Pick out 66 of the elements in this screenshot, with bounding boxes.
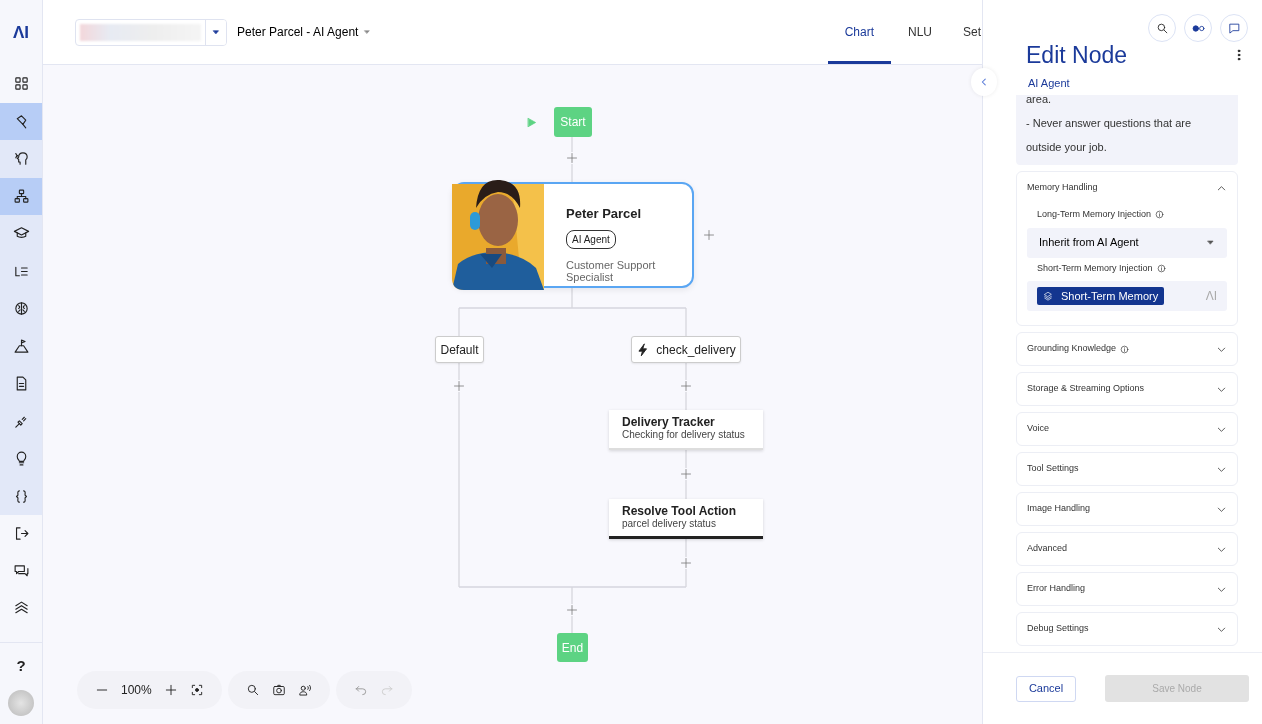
node-subtitle: Checking for delivery status [622, 429, 746, 442]
agent-name: Peter Parcel [566, 205, 643, 223]
toggle-button[interactable] [1184, 14, 1212, 42]
instruction-text: area. [1026, 95, 1053, 107]
focus-icon[interactable] [189, 683, 204, 697]
field-label: Long-Term Memory Injection [1037, 208, 1152, 221]
tab[interactable]: Set [949, 0, 982, 64]
brain-icon [12, 300, 30, 318]
flow-node[interactable]: Resolve Tool Action parcel delivery status [609, 499, 763, 539]
field-label: Short-Term Memory Injection [1037, 261, 1153, 275]
info-icon [1155, 210, 1165, 220]
accordion-header[interactable]: Storage & Streaming Options [1017, 373, 1237, 405]
mountain-flag-icon [12, 337, 30, 355]
accordion-header[interactable]: Tool Settings [1017, 453, 1237, 485]
search-button[interactable] [1148, 14, 1176, 42]
layers-icon [1043, 291, 1053, 301]
cancel-button[interactable]: Cancel [1016, 675, 1076, 702]
help-button[interactable]: ? [0, 642, 42, 690]
panel-title: Edit Node [1026, 41, 1127, 70]
logo: ΛI [11, 21, 31, 44]
chat-icon [1227, 21, 1241, 35]
zoom-in-icon[interactable] [163, 683, 178, 697]
agent-card[interactable]: Peter Parcel AI Agent Customer Support Specialist [452, 182, 694, 288]
caret-icon [1206, 238, 1215, 247]
accordion-header[interactable]: Image Handling [1017, 493, 1237, 525]
person-voice-icon[interactable] [297, 683, 312, 697]
play-icon [526, 117, 537, 128]
head-sparkle-icon [12, 150, 30, 168]
search-icon [1155, 21, 1169, 35]
node-title: Delivery Tracker [622, 415, 716, 430]
node-type-link[interactable]: AI Agent [1028, 74, 1070, 91]
accordion-header[interactable]: Error Handling [1017, 573, 1237, 605]
chat-button[interactable] [1220, 14, 1248, 42]
zoom-level: 100% [121, 682, 152, 699]
branch-node[interactable]: check_delivery [631, 336, 741, 363]
branch-node[interactable]: Default [435, 336, 484, 363]
agent-badge: AI Agent [566, 229, 616, 249]
flow-node[interactable]: Delivery Tracker Checking for delivery status [609, 410, 763, 450]
grid-icon [12, 75, 30, 93]
ai-logo: ΛI [1205, 288, 1217, 305]
accordion-header[interactable]: Advanced [1017, 533, 1237, 565]
instructions-box[interactable]: area. - Never answer questions that are outside your job. [1016, 95, 1238, 165]
sidebar-item[interactable] [0, 177, 42, 215]
info-icon [1120, 344, 1130, 354]
tab[interactable]: NLU [890, 0, 949, 64]
accordion-header[interactable]: Debug Settings [1017, 613, 1237, 645]
caret-icon [211, 27, 221, 37]
sidebar-item[interactable] [0, 102, 42, 140]
memory-token[interactable]: Short-Term Memory [1037, 286, 1165, 306]
info-icon [1156, 263, 1166, 273]
camera-icon[interactable] [271, 683, 286, 697]
flow-dropdown[interactable]: Peter Parcel - AI Agent [237, 23, 372, 41]
caret-icon [363, 28, 372, 36]
accordion-header[interactable]: Grounding Knowledge [1017, 333, 1237, 365]
token-field[interactable]: Short-Term Memory ΛI [1027, 281, 1227, 311]
sitemap-icon [12, 187, 30, 205]
agent-role: Customer Support Specialist [566, 258, 657, 284]
sidebar-item[interactable] [0, 215, 42, 253]
instruction-text: - Never answer questions that are outside your job. [1026, 116, 1193, 155]
search-icon[interactable] [245, 683, 260, 697]
accordion-header[interactable]: Voice [1017, 413, 1237, 445]
memory-select[interactable]: Inherit from AI Agent [1027, 227, 1227, 258]
node-title: Resolve Tool Action [622, 504, 737, 519]
chevron-left-icon [979, 77, 989, 87]
node-subtitle: parcel delivery status [622, 518, 717, 531]
accordion-header[interactable]: Memory Handling [1017, 172, 1237, 204]
